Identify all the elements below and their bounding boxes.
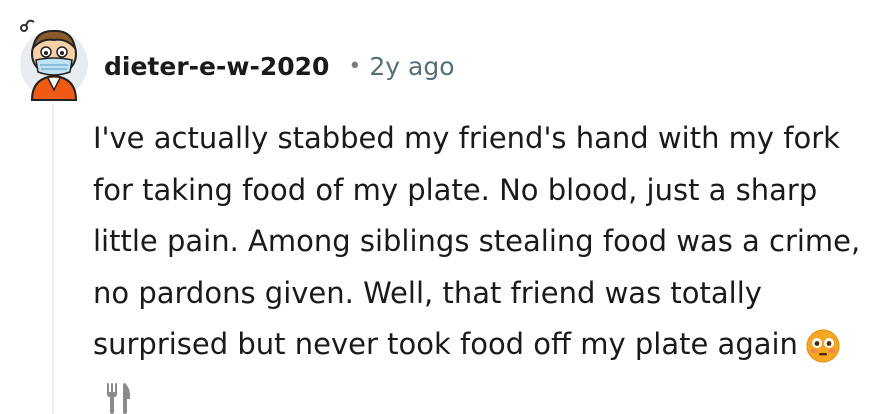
comment-meta: dieter-e-w-2020 • 2y ago [104,44,455,88]
thread-line[interactable] [52,104,54,414]
comment-body: I've actually stabbed my friend's hand w… [93,113,873,414]
comment-body-text: I've actually stabbed my friend's hand w… [93,121,861,361]
timestamp-link[interactable]: 2y ago [369,52,454,81]
fork-and-knife-icon [103,381,133,414]
flushed-face-emoji-icon [806,329,840,363]
comment: dieter-e-w-2020 • 2y ago I've actually s… [0,0,883,414]
avatar-image [20,19,88,101]
avatar[interactable] [14,16,96,102]
username-link[interactable]: dieter-e-w-2020 [104,52,329,81]
meta-separator: • [348,53,362,79]
